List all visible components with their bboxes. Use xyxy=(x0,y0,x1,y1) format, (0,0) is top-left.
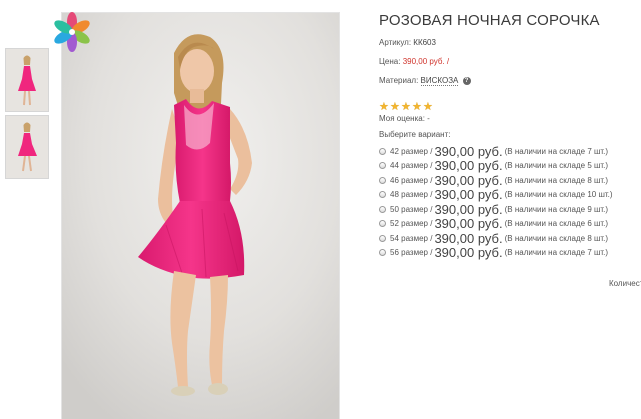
star-icon[interactable]: ★ xyxy=(390,102,401,113)
thumbnail-1-image xyxy=(6,49,48,111)
variant-price: 390,00 руб. xyxy=(434,187,503,203)
variant-size: 54 размер / xyxy=(390,233,433,243)
variant-stock: (В наличии на складе 8 шт.) xyxy=(504,233,609,243)
variant-option[interactable]: 48 размер / 390,00 руб. (В наличии на ск… xyxy=(379,187,613,203)
variant-price: 390,00 руб. xyxy=(434,143,503,159)
thumbnail-1[interactable] xyxy=(5,48,49,112)
star-icon[interactable]: ★ xyxy=(423,102,434,113)
price-row: Цена: 390,00 руб. / xyxy=(379,57,449,66)
choose-variant-label: Выберите вариант: xyxy=(379,130,451,139)
variant-option[interactable]: 50 размер / 390,00 руб. (В наличии на ск… xyxy=(379,202,613,217)
thumbnail-2[interactable] xyxy=(5,115,49,179)
sku-label: Артикул: xyxy=(379,38,412,47)
price-label: Цена: xyxy=(379,57,401,66)
sku-row: Артикул: КК603 xyxy=(379,38,436,47)
variant-price: 390,00 руб. xyxy=(434,230,503,246)
quantity-label: Количество xyxy=(609,279,641,288)
star-icon[interactable]: ★ xyxy=(379,102,390,113)
price-separator: / xyxy=(446,57,450,66)
variant-stock: (В наличии на складе 7 шт.) xyxy=(504,146,609,156)
variant-price: 390,00 руб. xyxy=(434,172,503,188)
product-main-photo[interactable] xyxy=(61,12,340,419)
variant-size: 42 размер / xyxy=(390,146,433,156)
product-title: РОЗОВАЯ НОЧНАЯ СОРОЧКА xyxy=(379,12,600,29)
sku-value: КК603 xyxy=(413,38,436,47)
my-rating: Моя оценка: - xyxy=(379,114,430,123)
radio-button[interactable] xyxy=(379,147,386,155)
radio-button[interactable] xyxy=(379,191,386,199)
radio-button[interactable] xyxy=(379,220,386,228)
material-row: Материал: ВИСКОЗА ? xyxy=(379,76,471,86)
help-icon[interactable]: ? xyxy=(462,76,471,85)
variant-price: 390,00 руб. xyxy=(434,216,503,232)
brand-logo-icon xyxy=(54,12,90,52)
variant-size: 50 размер / xyxy=(390,204,433,214)
radio-button[interactable] xyxy=(379,234,386,242)
variant-size: 52 размер / xyxy=(390,219,433,229)
price-value: 390,00 руб. xyxy=(402,57,445,66)
radio-button[interactable] xyxy=(379,176,386,184)
star-icon[interactable]: ★ xyxy=(401,102,412,113)
variant-option[interactable]: 56 размер / 390,00 руб. (В наличии на ск… xyxy=(379,245,613,261)
star-icon[interactable]: ★ xyxy=(412,102,423,113)
variant-option[interactable]: 42 размер / 390,00 руб. (В наличии на ск… xyxy=(379,144,613,159)
variant-option[interactable]: 44 размер / 390,00 руб. (В наличии на ск… xyxy=(379,158,613,174)
variant-stock: (В наличии на складе 5 шт.) xyxy=(504,161,609,171)
variant-size: 56 размер / xyxy=(390,248,433,258)
variant-size: 46 размер / xyxy=(390,175,433,185)
variant-price: 390,00 руб. xyxy=(434,158,503,174)
variant-stock: (В наличии на складе 7 шт.) xyxy=(504,248,609,258)
variant-stock: (В наличии на складе 10 шт.) xyxy=(504,190,613,200)
rating-stars[interactable]: ★★★★★ xyxy=(379,97,434,113)
variant-stock: (В наличии на складе 9 шт.) xyxy=(504,204,609,214)
variant-list: 42 размер / 390,00 руб. (В наличии на ск… xyxy=(379,144,613,260)
variant-price: 390,00 руб. xyxy=(434,245,503,261)
radio-button[interactable] xyxy=(379,249,386,257)
variant-price: 390,00 руб. xyxy=(434,201,503,217)
thumbnail-2-image xyxy=(6,116,48,178)
radio-button[interactable] xyxy=(379,162,386,170)
variant-stock: (В наличии на складе 6 шт.) xyxy=(504,219,609,229)
variant-size: 44 размер / xyxy=(390,161,433,171)
material-label: Материал: xyxy=(379,76,419,85)
product-photo-image xyxy=(62,13,339,419)
variant-option[interactable]: 46 размер / 390,00 руб. (В наличии на ск… xyxy=(379,173,613,188)
variant-stock: (В наличии на складе 8 шт.) xyxy=(504,175,609,185)
variant-option[interactable]: 52 размер / 390,00 руб. (В наличии на ск… xyxy=(379,216,613,232)
radio-button[interactable] xyxy=(379,205,386,213)
material-value-link[interactable]: ВИСКОЗА xyxy=(420,76,459,86)
variant-size: 48 размер / xyxy=(390,190,433,200)
thumbnail-strip xyxy=(5,48,49,182)
variant-option[interactable]: 54 размер / 390,00 руб. (В наличии на ск… xyxy=(379,231,613,246)
